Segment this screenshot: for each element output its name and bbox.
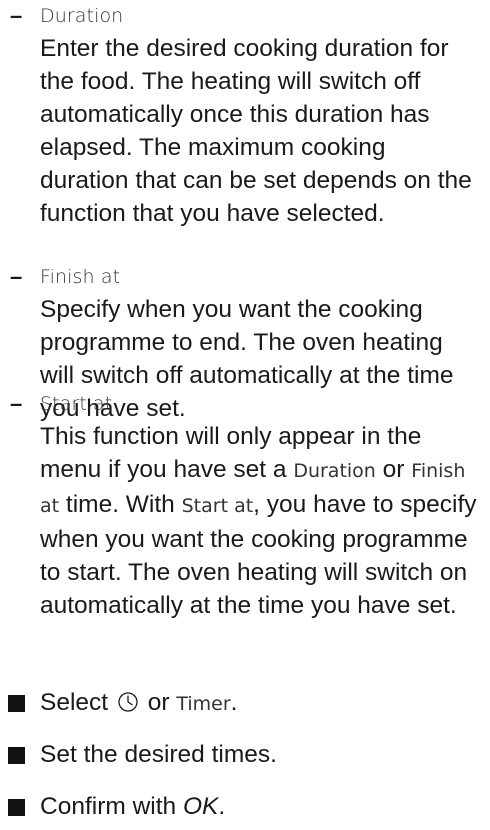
- step-text: Select or Timer.: [40, 686, 237, 721]
- step-text: Set the desired times.: [40, 741, 277, 768]
- step-prefix: Select: [40, 689, 109, 716]
- step-text: Confirm with OK.: [40, 790, 225, 824]
- option-duration: – Duration Enter the desired cooking dur…: [0, 0, 490, 227]
- clock-icon: [118, 692, 138, 712]
- step-middle: or: [147, 689, 170, 716]
- bullet-marker: [8, 695, 25, 712]
- option-term: Finish at: [40, 266, 121, 288]
- timer-term: Timer: [176, 693, 231, 715]
- step-suffix: .: [218, 793, 226, 820]
- dash-marker: –: [10, 391, 23, 416]
- step-suffix: .: [230, 689, 238, 716]
- option-term: Duration: [40, 5, 124, 27]
- option-description: Enter the desired cooking duration for t…: [40, 35, 472, 227]
- inline-term-start-at: Start at: [181, 495, 254, 517]
- option-description: This function will only appear in the me…: [40, 420, 480, 622]
- instruction-page: – Duration Enter the desired cooking dur…: [0, 0, 490, 830]
- step-prefix: Confirm with: [40, 793, 177, 820]
- bullet-marker: [8, 747, 25, 764]
- step-set-times: Set the desired times.: [0, 738, 490, 772]
- dash-marker: –: [10, 264, 23, 289]
- inline-term-duration: Duration: [293, 460, 376, 482]
- step-confirm-ok: Confirm with OK.: [0, 790, 490, 824]
- option-start-at: – Start at This function will only appea…: [0, 388, 490, 638]
- step-select-timer: Select or Timer.: [0, 686, 490, 720]
- option-term: Start at: [40, 393, 113, 415]
- ok-term: OK: [182, 793, 219, 820]
- dash-marker: –: [10, 3, 23, 28]
- bullet-marker: [8, 799, 25, 816]
- desc-text: time. With: [65, 491, 175, 518]
- desc-text: or: [382, 456, 405, 483]
